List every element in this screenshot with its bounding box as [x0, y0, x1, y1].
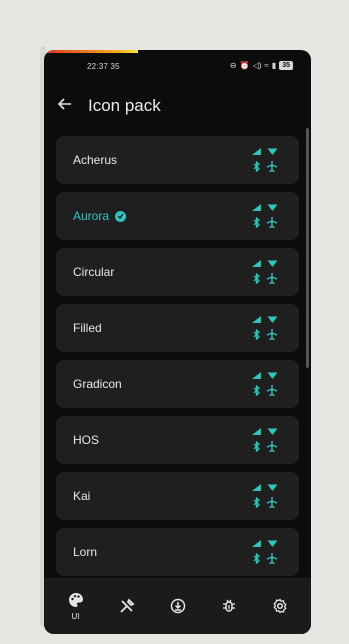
airplane-icon [266, 441, 278, 452]
status-time: 22:37 35 [87, 62, 120, 71]
bluetooth-icon [253, 217, 260, 228]
icon-pack-row[interactable]: HOS [56, 416, 299, 464]
nav-settings[interactable] [260, 582, 300, 630]
icon-pack-name: Acherus [73, 153, 118, 167]
wifi-icon [267, 204, 278, 211]
page-title: Icon pack [88, 96, 161, 115]
icon-pack-preview [251, 145, 279, 175]
signal-status-icon: ▮ [271, 61, 277, 70]
signal-icon [252, 148, 261, 155]
signal-icon [252, 484, 261, 491]
bluetooth-icon [253, 553, 260, 564]
icon-pack-name: Lorn [73, 545, 98, 559]
nav-tools[interactable] [107, 582, 147, 630]
alarm-icon: ⏰ [239, 61, 250, 70]
nav-ui-label: UI [71, 611, 80, 621]
icon-pack-row[interactable]: Acherus [56, 136, 299, 184]
phone-screen: 22:37 35 ⊖ ⏰ ◁) ≈ ▮ 35 Icon pack Acherus… [44, 50, 311, 634]
icon-pack-name: Filled [73, 321, 102, 335]
icon-pack-preview [251, 425, 279, 455]
wifi-status-icon: ≈ [264, 61, 269, 70]
bug-icon [222, 599, 235, 612]
icon-pack-row[interactable]: Aurora [56, 192, 299, 240]
wifi-icon [267, 428, 278, 435]
icon-pack-preview [251, 481, 279, 511]
airplane-icon [266, 385, 278, 396]
bluetooth-icon [253, 497, 260, 508]
scrollbar[interactable] [306, 128, 309, 368]
wifi-icon [267, 260, 278, 267]
gear-icon [272, 598, 287, 614]
icon-pack-row[interactable]: Kai [56, 472, 299, 520]
signal-icon [252, 204, 261, 211]
signal-icon [252, 540, 261, 547]
icon-pack-name: HOS [73, 433, 100, 447]
bluetooth-icon [253, 273, 260, 284]
nav-download[interactable] [158, 582, 198, 630]
status-bar: 22:37 35 ⊖ ⏰ ◁) ≈ ▮ 35 [44, 60, 311, 74]
wifi-icon [267, 148, 278, 155]
icon-pack-row[interactable]: Filled [56, 304, 299, 352]
back-arrow-icon[interactable] [57, 97, 82, 115]
bluetooth-icon [253, 385, 260, 396]
wifi-icon [267, 540, 278, 547]
airplane-icon [266, 161, 278, 172]
screen-recording-indicator [44, 50, 138, 53]
wifi-icon [267, 316, 278, 323]
airplane-icon [266, 497, 278, 508]
battery-indicator: 35 [279, 61, 293, 70]
app-header: Icon pack [57, 94, 161, 118]
nav-debug[interactable] [209, 582, 249, 630]
icon-pack-row[interactable]: Gradicon [56, 360, 299, 408]
icon-pack-name: Kai [73, 489, 91, 503]
icon-pack-name: Gradicon [73, 377, 122, 391]
wifi-icon [267, 372, 278, 379]
icon-pack-preview [251, 201, 279, 231]
palette-icon [68, 592, 83, 607]
bottom-nav: UI [44, 578, 311, 634]
check-icon [115, 210, 127, 222]
status-icons: ⊖ ⏰ ◁) ≈ ▮ 35 [230, 61, 293, 70]
volume-icon: ◁) [252, 61, 262, 70]
signal-icon [252, 316, 261, 323]
airplane-icon [266, 217, 278, 228]
airplane-icon [266, 273, 278, 284]
icon-pack-row[interactable]: Lorn [56, 528, 299, 576]
airplane-icon [266, 329, 278, 340]
nav-ui[interactable]: UI [56, 582, 96, 630]
bluetooth-icon [253, 441, 260, 452]
icon-pack-preview [251, 537, 279, 567]
signal-icon [252, 260, 261, 267]
icon-pack-preview [251, 369, 279, 399]
icon-pack-list: Acherus Aurora Circular Filled Gradicon … [56, 136, 299, 584]
icon-pack-name: Aurora [73, 209, 110, 223]
icon-pack-preview [251, 257, 279, 287]
icon-pack-name: Circular [73, 265, 115, 279]
tools-icon [119, 598, 135, 613]
bluetooth-icon [253, 329, 260, 340]
airplane-icon [266, 553, 278, 564]
download-icon [170, 598, 185, 614]
dnd-icon: ⊖ [229, 61, 237, 70]
wifi-icon [267, 484, 278, 491]
icon-pack-row[interactable]: Circular [56, 248, 299, 296]
signal-icon [252, 372, 261, 379]
signal-icon [252, 428, 261, 435]
icon-pack-preview [251, 313, 279, 343]
bluetooth-icon [253, 161, 260, 172]
